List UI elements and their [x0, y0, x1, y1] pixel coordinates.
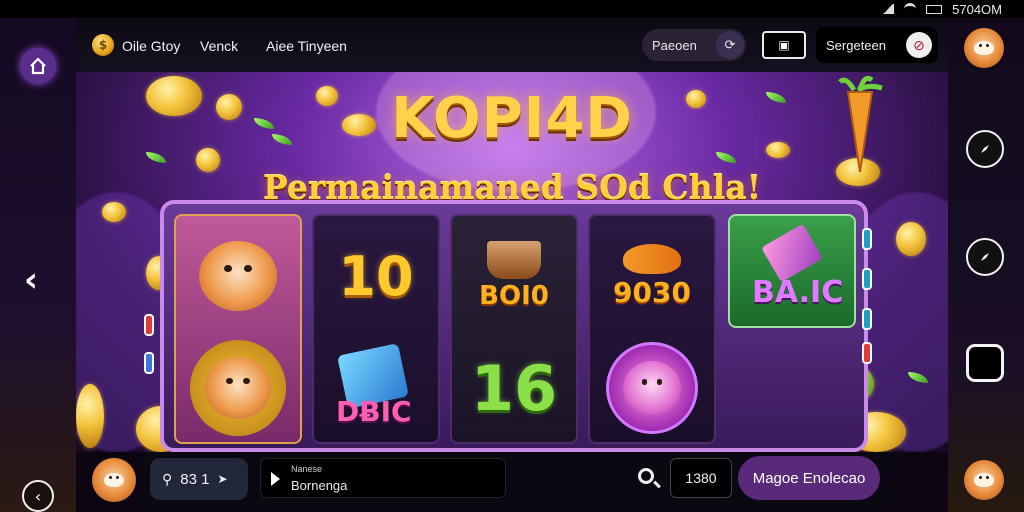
side-light — [144, 314, 154, 336]
gift-icon — [761, 223, 823, 283]
bottom-bar: ⚲ 83 1 ➤ Nanese Bornenga 1380 Magoe Enol… — [142, 452, 886, 508]
compass-button-1[interactable] — [966, 130, 1004, 168]
reel-3-bottom-symbol: 16 — [452, 332, 576, 444]
screen-icon[interactable]: ▣ — [762, 31, 806, 59]
reel-3: BOI0 16 — [450, 214, 578, 444]
balance-pill[interactable]: ⚲ 83 1 ➤ — [150, 458, 248, 500]
reel-4-top-symbol: 9030 — [590, 220, 714, 332]
status-bar: 5704OM — [0, 0, 1024, 18]
chevron-left-icon[interactable]: ‹ — [24, 260, 38, 300]
reel-2: 10 DɃIC — [312, 214, 440, 444]
left-rail: ‹ ‹ — [0, 18, 76, 512]
wifi-icon — [904, 2, 917, 16]
nav-item-3[interactable]: Aiee Tinyeen — [266, 38, 347, 54]
compass-icon — [981, 253, 989, 261]
spin-button[interactable]: Magoe Enolecao — [738, 456, 880, 500]
play-icon — [271, 472, 280, 486]
pet-symbol-icon — [199, 241, 277, 311]
coin-decoration — [896, 222, 926, 256]
game-title: KOPI4D — [391, 86, 633, 151]
side-light — [144, 352, 154, 374]
game-stage: KOPI4D Permainamaned SOd Chla! 10 DɃIC B… — [76, 72, 948, 452]
side-light — [862, 268, 872, 290]
avatar[interactable] — [964, 28, 1004, 68]
pet-coin-icon — [205, 357, 271, 419]
signal-icon — [882, 4, 895, 14]
info-line-2: Bornenga — [291, 478, 348, 493]
pet-mascot — [92, 458, 136, 502]
cat-icon — [623, 361, 681, 415]
send-icon: ➤ — [217, 472, 228, 486]
coffee-cup-icon — [487, 241, 541, 279]
mute-icon[interactable]: ⊘ — [906, 32, 932, 58]
nav-item-1[interactable]: Oile Gtoy — [122, 38, 180, 54]
reel-3-bottom-number: 16 — [470, 351, 558, 425]
right-rail — [948, 18, 1024, 512]
side-light — [862, 308, 872, 330]
leaf-decoration — [146, 152, 166, 163]
reel-4-top-label: 9030 — [613, 275, 691, 309]
reel-2-top-symbol: 10 — [314, 220, 438, 332]
back-button[interactable]: ‹ — [22, 480, 54, 512]
info-box[interactable]: Nanese Bornenga — [260, 458, 506, 498]
status-time: 5704OM — [952, 1, 1002, 17]
square-icon[interactable] — [966, 344, 1004, 382]
reel-3-top-label: BOI0 — [479, 281, 549, 311]
sound-pill[interactable]: Sergeteen ⊘ — [816, 27, 938, 63]
reel-3-top-symbol: BOI0 — [452, 220, 576, 332]
reel-1 — [174, 214, 302, 444]
reel-4-bottom-symbol — [590, 332, 714, 444]
reel-2-bottom-label: DɃIC — [336, 395, 412, 428]
refresh-icon[interactable]: ⟳ — [716, 31, 744, 59]
reel-5-top-symbol: BA.IC — [730, 216, 854, 328]
coin-decoration — [76, 384, 104, 448]
reel-2-bottom-symbol: DɃIC — [314, 332, 438, 444]
reel-2-top-number: 10 — [338, 244, 414, 308]
leaf-decoration — [716, 152, 736, 163]
reel-1-bottom-symbol — [176, 332, 300, 444]
profile-pill[interactable]: Paeoen ⟳ — [642, 29, 746, 61]
reel-4: 9030 — [588, 214, 716, 444]
home-button[interactable] — [20, 48, 56, 84]
location-icon: ⚲ — [162, 470, 173, 487]
compass-icon — [981, 145, 989, 153]
info-line-1: Nanese — [291, 464, 323, 474]
top-bar: $ Oile Gtoy Venck Aiee Tinyeen Paeoen ⟳ … — [76, 18, 948, 72]
coin-icon: $ — [92, 34, 114, 56]
side-light — [862, 228, 872, 250]
carrot-icon — [623, 243, 681, 274]
reel-1-top-symbol — [176, 220, 300, 332]
bet-input[interactable]: 1380 — [670, 458, 732, 498]
reel-5: BA.IC — [728, 214, 856, 328]
compass-button-2[interactable] — [966, 238, 1004, 276]
profile-pill-label: Paeoen — [652, 37, 697, 53]
search-icon[interactable] — [638, 468, 654, 484]
pet-avatar[interactable] — [964, 460, 1004, 500]
balance-value: 83 1 — [180, 470, 210, 488]
reel-5-top-label: BA.IC — [752, 275, 844, 310]
battery-icon — [926, 4, 943, 14]
side-light — [862, 342, 872, 364]
nav-item-2[interactable]: Venck — [200, 38, 238, 54]
back-icon: ‹ — [34, 486, 42, 506]
sound-pill-label: Sergeteen — [826, 37, 886, 53]
home-icon — [30, 57, 46, 75]
